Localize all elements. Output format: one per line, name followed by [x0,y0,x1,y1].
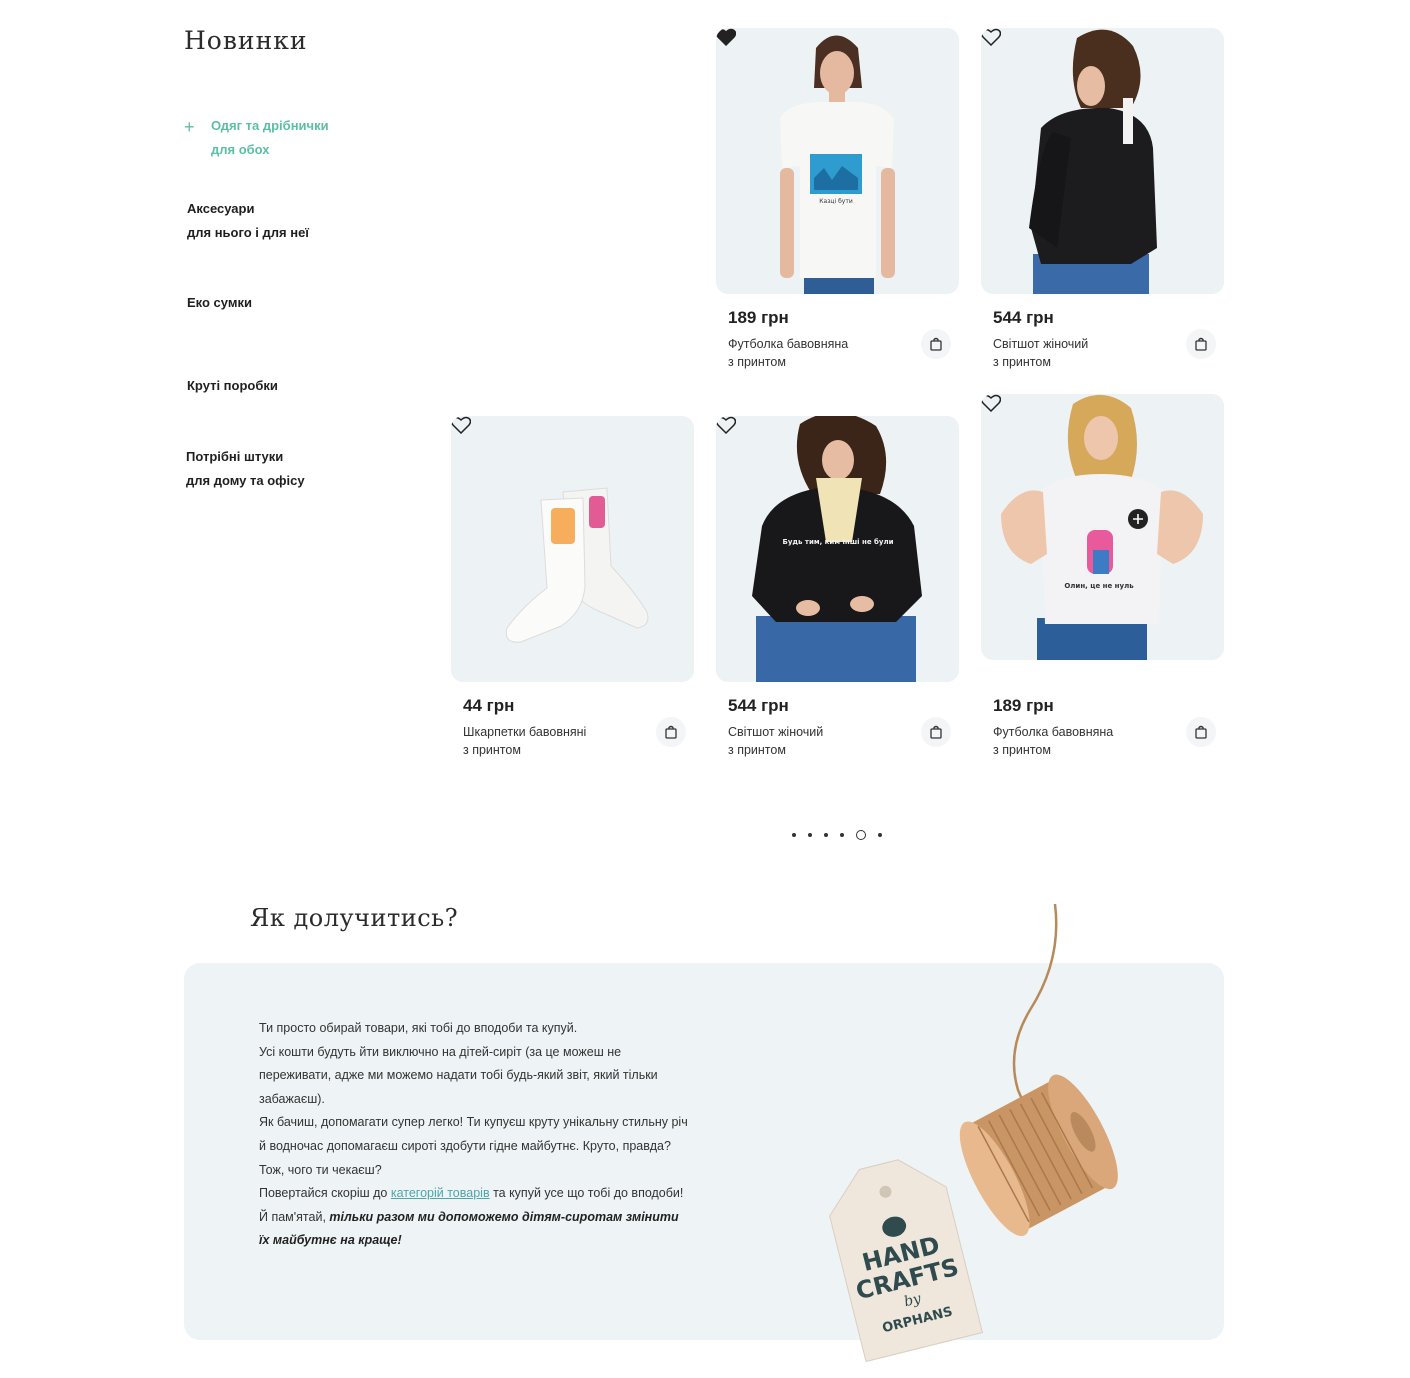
product-name: Світшот жіночий з принтом [993,335,1173,371]
favorite-heart-icon[interactable] [981,28,1001,46]
text-fragment: та купуй усе що тобі до вподоби! [489,1186,684,1201]
product-name-line: Світшот жіночий [993,337,1089,351]
section-title-new: Новинки [184,26,308,55]
category-label: Аксесуари [187,201,255,216]
pagination-dot[interactable] [878,833,882,837]
category-home-office[interactable]: Потрібні штуки для дому та офісу [186,445,305,493]
product-price: 189 грн [728,308,789,327]
category-label: Одяг та дрібнички [211,118,329,133]
category-label: Потрібні штуки [186,449,284,464]
product-name-line: Шкарпетки бавовняні [463,725,587,739]
favorite-heart-icon[interactable] [451,416,471,434]
category-label: для дому та офісу [186,473,305,488]
pagination-dot[interactable] [808,833,812,837]
product-name: Футболка бавовняна з принтом [993,723,1173,759]
shopping-bag-icon [1195,337,1207,351]
pagination-dot[interactable] [824,833,828,837]
add-to-cart-button[interactable] [1186,329,1216,359]
product-image-woman-black-sweatshirt-back[interactable] [981,28,1224,294]
join-paragraph: Тож, чого ти чекаєш? [259,1162,382,1177]
join-paragraph: Ти просто обирай товари, які тобі до впо… [259,1021,578,1035]
category-label: Еко сумки [187,295,252,310]
shopping-bag-icon [930,725,942,739]
category-crafts[interactable]: Круті поробки [187,374,278,398]
add-to-cart-button[interactable] [1186,717,1216,747]
category-eco-bags[interactable]: Еко сумки [187,291,252,315]
print-caption: Казці бути [819,198,853,205]
product-name-line: Футболка бавовняна [728,337,849,351]
print-caption: Будь тим, ким інші не були [782,538,893,546]
pagination-dot[interactable] [840,833,844,837]
tag-and-twine-illustration: HAND CRAFTS by ORPHANS [829,903,1118,1363]
product-price: 544 грн [993,308,1054,327]
product-name-line: Світшот жіночий [728,725,824,739]
shopping-bag-icon [665,725,677,739]
join-paragraph: Повертайся скоріш до категорій товарів т… [252,1182,692,1206]
product-name-line: Футболка бавовняна [993,725,1114,739]
product-name: Шкарпетки бавовняні з принтом [463,723,643,759]
product-image-woman-black-sweatshirt-front[interactable]: Будь тим, ким інші не були [716,416,959,682]
product-name: Футболка бавовняна з принтом [728,335,908,371]
plus-icon: + [184,117,195,137]
product-price: 189 грн [993,696,1054,715]
category-clothes[interactable]: + Одяг та дрібнички для обох [184,114,329,162]
text-fragment: Й пам'ятай, [259,1209,330,1224]
print-caption: Олин, це не нуль [1064,582,1134,590]
product-name-line: з принтом [728,355,786,369]
category-accessories[interactable]: Аксесуари для нього і для неї [187,197,309,245]
favorite-heart-icon[interactable] [981,394,1001,412]
pagination-dot[interactable] [792,833,796,837]
category-label: для нього і для неї [187,225,309,240]
join-paragraph: Усі кошти будуть йти виключно на дітей-с… [259,1044,658,1106]
product-image-woman-white-tshirt[interactable]: Казці бути [716,28,959,294]
text-fragment: Повертайся скоріш до [259,1186,391,1201]
join-text: Ти просто обирай товари, які тобі до впо… [252,1017,692,1253]
join-paragraph: Й пам'ятай, тільки разом ми допоможемо д… [252,1206,692,1253]
favorite-heart-icon[interactable] [716,416,736,434]
category-label: для обох [211,142,270,157]
product-name: Світшот жіночий з принтом [728,723,908,759]
section-title-join: Як долучитись? [250,904,459,932]
join-paragraph: Як бачиш, допомагати супер легко! Ти куп… [259,1115,688,1153]
product-price: 44 грн [463,696,515,715]
product-image-woman-white-tshirt-smiling[interactable]: Олин, це не нуль [981,394,1224,660]
add-to-cart-button[interactable] [921,717,951,747]
carousel-pagination [786,828,888,842]
category-label: Круті поробки [187,378,278,393]
shopping-bag-icon [1195,725,1207,739]
categories-link[interactable]: категорій товарів [391,1186,490,1200]
product-name-line: з принтом [993,743,1051,757]
add-to-cart-button[interactable] [656,717,686,747]
product-image-white-socks[interactable] [451,416,694,682]
pagination-dot-active[interactable] [856,830,866,840]
add-to-cart-button[interactable] [921,329,951,359]
product-name-line: з принтом [728,743,786,757]
product-name-line: з принтом [463,743,521,757]
favorite-heart-icon[interactable] [716,28,736,46]
shopping-bag-icon [930,337,942,351]
product-price: 544 грн [728,696,789,715]
product-name-line: з принтом [993,355,1051,369]
